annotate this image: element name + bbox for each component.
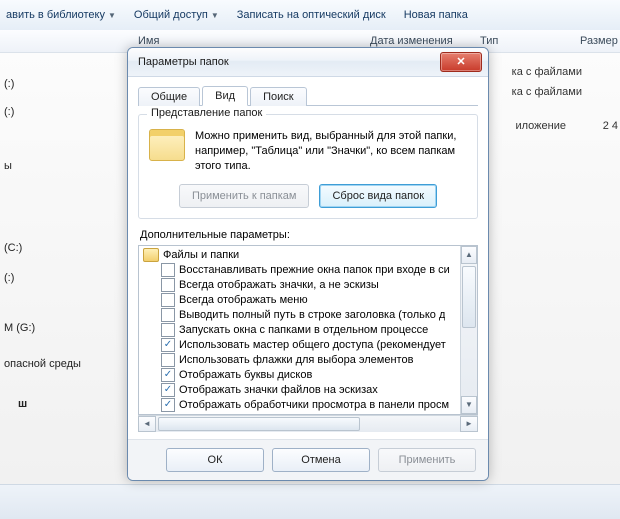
toolbar-burn[interactable]: Записать на оптический диск (237, 9, 386, 21)
advanced-option[interactable]: Использовать мастер общего доступа (реко… (143, 338, 458, 353)
toolbar-add-to-library-label: авить в библиотеку (6, 9, 105, 21)
checkbox[interactable] (161, 278, 175, 292)
toolbar-share-label: Общий доступ (134, 9, 208, 21)
advanced-option-label: Использовать мастер общего доступа (реко… (179, 339, 446, 351)
checkbox[interactable] (161, 383, 175, 397)
advanced-label: Дополнительные параметры: (140, 229, 478, 241)
file-type-fragment: ка с файлами (512, 66, 582, 78)
column-name[interactable]: Имя (138, 35, 159, 47)
advanced-option-label: Восстанавливать прежние окна папок при в… (179, 264, 450, 276)
close-button[interactable]: ✕ (440, 52, 482, 72)
checkbox[interactable] (161, 338, 175, 352)
advanced-root: Файлы и папки (143, 248, 458, 263)
chevron-down-icon: ▼ (211, 11, 219, 20)
cancel-button[interactable]: Отмена (272, 448, 370, 472)
advanced-option-label: Выводить полный путь в строке заголовка … (179, 309, 445, 321)
explorer-toolbar: авить в библиотеку▼ Общий доступ▼ Записа… (0, 0, 620, 31)
nav-fragment: ш (18, 398, 27, 410)
tab-bar: Общие Вид Поиск (138, 83, 478, 106)
advanced-option[interactable]: Всегда отображать значки, а не эскизы (143, 278, 458, 293)
scroll-thumb[interactable] (158, 417, 360, 431)
toolbar-add-to-library[interactable]: авить в библиотеку▼ (6, 9, 116, 21)
advanced-option-label: Отображать значки файлов на эскизах (179, 384, 378, 396)
scroll-up-button[interactable]: ▲ (461, 246, 477, 264)
dialog-titlebar[interactable]: Параметры папок ✕ (128, 48, 488, 77)
folder-icon (149, 129, 185, 161)
advanced-option-label: Отображать буквы дисков (179, 369, 312, 381)
scroll-track[interactable] (156, 416, 460, 432)
dialog-footer: ОК Отмена Применить (128, 439, 488, 480)
apply-to-folders-button: Применить к папкам (179, 184, 310, 208)
explorer-statusbar (0, 484, 620, 519)
folder-icon (143, 248, 159, 262)
folder-view-group: Представление папок Можно применить вид,… (138, 114, 478, 219)
checkbox[interactable] (161, 398, 175, 412)
tab-general[interactable]: Общие (138, 87, 200, 106)
column-type[interactable]: Тип (480, 35, 498, 47)
advanced-option[interactable]: Отображать значки файлов на эскизах (143, 383, 458, 398)
checkbox[interactable] (161, 293, 175, 307)
nav-fragment[interactable]: ы (4, 160, 12, 172)
vertical-scrollbar[interactable]: ▲ ▼ (460, 246, 477, 414)
close-icon: ✕ (456, 57, 465, 68)
advanced-option[interactable]: Отображать обработчики просмотра в панел… (143, 398, 458, 413)
group-description: Можно применить вид, выбранный для этой … (195, 129, 467, 174)
nav-fragment[interactable]: опасной среды (4, 358, 81, 370)
checkbox[interactable] (161, 323, 175, 337)
scroll-track[interactable] (461, 264, 477, 396)
column-size[interactable]: Размер (580, 35, 618, 47)
advanced-option-label: Запускать окна с папками в отдельном про… (179, 324, 428, 336)
chevron-down-icon: ▼ (108, 11, 116, 20)
toolbar-new-folder-label: Новая папка (404, 9, 468, 21)
advanced-option[interactable]: Выводить полный путь в строке заголовка … (143, 308, 458, 323)
toolbar-burn-label: Записать на оптический диск (237, 9, 386, 21)
column-date[interactable]: Дата изменения (370, 35, 453, 47)
advanced-option-label: Всегда отображать меню (179, 294, 308, 306)
advanced-option[interactable]: Восстанавливать прежние окна папок при в… (143, 263, 458, 278)
horizontal-scrollbar[interactable]: ◄ ► (138, 415, 478, 432)
ok-button[interactable]: ОК (166, 448, 264, 472)
apply-button: Применить (378, 448, 476, 472)
checkbox[interactable] (161, 368, 175, 382)
nav-fragment[interactable]: M (G:) (4, 322, 35, 334)
reset-folders-button[interactable]: Сброс вида папок (319, 184, 437, 208)
toolbar-new-folder[interactable]: Новая папка (404, 9, 468, 21)
nav-fragment[interactable]: (C:) (4, 242, 22, 254)
toolbar-share[interactable]: Общий доступ▼ (134, 9, 219, 21)
advanced-option-label: Использовать флажки для выбора элементов (179, 354, 413, 366)
nav-fragment[interactable]: (:) (4, 106, 14, 118)
checkbox[interactable] (161, 353, 175, 367)
checkbox[interactable] (161, 263, 175, 277)
nav-fragment[interactable]: (:) (4, 272, 14, 284)
checkbox[interactable] (161, 308, 175, 322)
file-type-fragment: иложение (516, 120, 567, 132)
advanced-option[interactable]: Использовать флажки для выбора элементов (143, 353, 458, 368)
scroll-left-button[interactable]: ◄ (138, 416, 156, 432)
dialog-title: Параметры папок (138, 56, 229, 68)
nav-fragment[interactable]: (:) (4, 78, 14, 90)
advanced-option[interactable]: Отображать буквы дисков (143, 368, 458, 383)
file-type-fragment: ка с файлами (512, 86, 582, 98)
tab-search[interactable]: Поиск (250, 87, 306, 106)
advanced-root-label: Файлы и папки (163, 249, 239, 261)
advanced-option[interactable]: Всегда отображать меню (143, 293, 458, 308)
advanced-option-label: Отображать обработчики просмотра в панел… (179, 399, 449, 411)
scroll-right-button[interactable]: ► (460, 416, 478, 432)
advanced-option-label: Всегда отображать значки, а не эскизы (179, 279, 379, 291)
advanced-settings-list[interactable]: Файлы и папки Восстанавливать прежние окн… (139, 246, 460, 414)
advanced-settings-box: Файлы и папки Восстанавливать прежние окн… (138, 245, 478, 415)
file-size-fragment: 2 4 (603, 120, 618, 132)
scroll-thumb[interactable] (462, 266, 476, 328)
advanced-option[interactable]: Запускать окна с папками в отдельном про… (143, 323, 458, 338)
tab-view[interactable]: Вид (202, 86, 248, 106)
group-legend: Представление папок (147, 107, 266, 119)
scroll-down-button[interactable]: ▼ (461, 396, 477, 414)
folder-options-dialog: Параметры папок ✕ Общие Вид Поиск Предст… (127, 47, 489, 481)
